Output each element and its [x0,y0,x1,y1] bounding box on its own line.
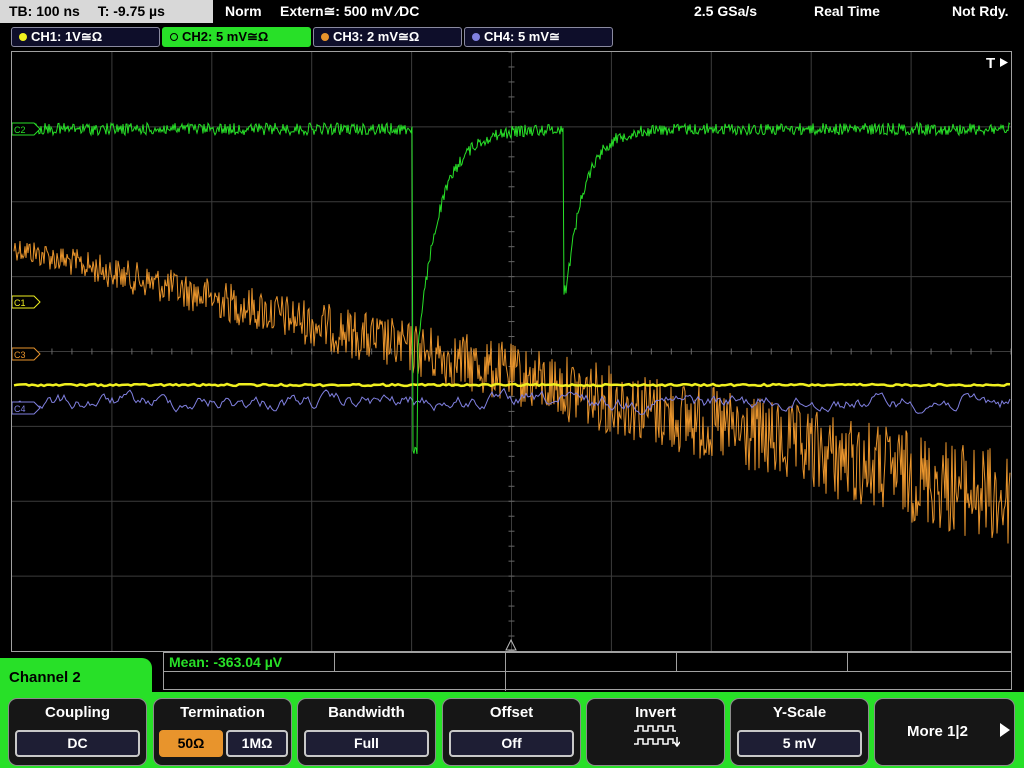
trigger-time-value: T: -9.75 µs [97,3,165,19]
meas-divider [164,671,1011,672]
offset-softkey[interactable]: Offset Off [442,698,581,766]
invert-softkey[interactable]: Invert [586,698,725,766]
tab-ch2[interactable]: CH2: 5 mV≅Ω [162,27,311,47]
trigger-source[interactable]: Extern≅: 500 mV ∕DC [280,0,419,23]
channel-markers: C2 C1 C3 C4 [12,122,41,415]
measurement-bar[interactable]: Mean: -363.04 µV [163,652,1012,691]
coupling-softkey[interactable]: Coupling DC [8,698,147,766]
termination-softkey[interactable]: Termination 50Ω 1MΩ [153,698,292,766]
svg-text:C4: C4 [14,404,26,414]
meas-divider [505,653,506,691]
svg-text:C1: C1 [14,298,26,308]
yscale-softkey[interactable]: Y-Scale 5 mV [730,698,869,766]
tab-ch3[interactable]: CH3: 2 mV≅Ω [313,27,462,47]
timebase-value: TB: 100 ns [9,3,80,19]
ch4-dot-icon [472,33,480,41]
ch1-label: CH1: 1V≅Ω [31,29,103,44]
offset-value[interactable]: Off [449,730,574,757]
ch1-offset-marker[interactable]: C1 [12,295,41,309]
ch2-offset-marker[interactable]: C2 [12,122,41,136]
more-label: More 1|2 [907,723,968,740]
trigger-arrow-icon [1000,58,1008,67]
termination-title: Termination [180,704,265,721]
trigger-position-marker: T [986,55,995,72]
offset-title: Offset [489,704,534,721]
right-arrow-icon [1000,723,1010,737]
svg-text:C3: C3 [14,350,26,360]
svg-text:C2: C2 [14,125,26,135]
waveform-canvas: C2 C1 C3 C4 T [12,52,1011,651]
ch4-label: CH4: 5 mV≅ [484,29,560,44]
bandwidth-title: Bandwidth [328,704,405,721]
invert-title: Invert [635,704,676,721]
ch1-dot-icon [19,33,27,41]
meas-divider [676,653,677,671]
invert-waveform-icon [587,725,724,752]
yscale-title: Y-Scale [772,704,827,721]
yscale-value[interactable]: 5 mV [737,730,862,757]
ch3-dot-icon [321,33,329,41]
trigger-state: Not Rdy. [952,3,1009,19]
ch2-dot-icon [170,33,178,41]
trigger-mode[interactable]: Norm [225,0,262,23]
more-softkey[interactable]: More 1|2 [874,698,1015,766]
horizontal-position-marker-icon [505,639,517,651]
acquisition-mode: Real Time [814,3,880,19]
coupling-title: Coupling [45,704,110,721]
ch3-label: CH3: 2 mV≅Ω [333,29,420,44]
ch2-label: CH2: 5 mV≅Ω [182,29,269,44]
tab-ch1[interactable]: CH1: 1V≅Ω [11,27,160,47]
meas-divider [847,653,848,671]
measurement-mean: Mean: -363.04 µV [169,654,283,670]
bandwidth-value[interactable]: Full [304,730,429,757]
timebase-box[interactable]: TB: 100 ns T: -9.75 µs [0,0,213,23]
ch4-offset-marker[interactable]: C4 [12,401,41,415]
ch3-offset-marker[interactable]: C3 [12,347,41,361]
status-bar: TB: 100 ns T: -9.75 µs Norm Extern≅: 500… [0,0,1024,24]
bandwidth-softkey[interactable]: Bandwidth Full [297,698,436,766]
tab-ch4[interactable]: CH4: 5 mV≅ [464,27,613,47]
waveform-display[interactable]: C2 C1 C3 C4 T [11,51,1012,652]
termination-50ohm-button[interactable]: 50Ω [159,730,223,757]
meas-divider [334,653,335,671]
sample-rate: 2.5 GSa/s [694,3,758,19]
termination-1mohm-button[interactable]: 1MΩ [226,730,288,757]
coupling-value[interactable]: DC [15,730,140,757]
